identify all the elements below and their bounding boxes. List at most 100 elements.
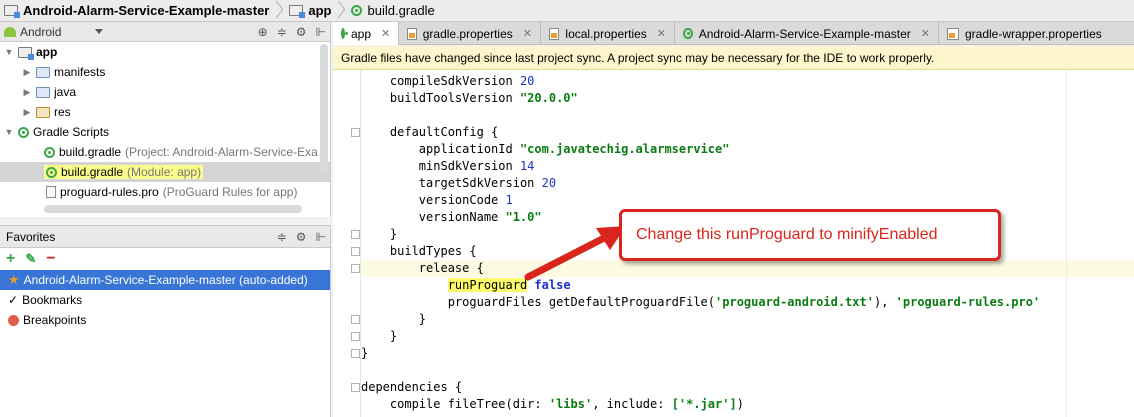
code-line: }	[361, 227, 398, 241]
project-panel: Android ⊕ ≑ ⚙ ⊩ ▼ app ▶ manifests ▶ java…	[0, 22, 331, 217]
project-view-selector[interactable]: Android	[4, 25, 104, 39]
gear-icon[interactable]: ⚙	[296, 230, 307, 244]
code-line: compileSdkVersion 20	[361, 74, 535, 88]
hide-panel-icon[interactable]: ⊩	[316, 230, 326, 244]
breadcrumb-separator	[335, 0, 343, 22]
breadcrumb-file[interactable]: build.gradle	[343, 0, 438, 22]
tab-local-properties[interactable]: local.properties ✕	[541, 22, 675, 45]
code-line: targetSdkVersion 20	[361, 176, 557, 190]
tree-item-app[interactable]: ▼ app	[0, 42, 330, 62]
tree-item-manifests[interactable]: ▶ manifests	[0, 62, 330, 82]
folder-icon	[36, 86, 50, 98]
resource-folder-icon	[36, 106, 50, 118]
fold-marker-icon[interactable]	[351, 128, 360, 137]
properties-file-icon	[407, 27, 417, 40]
code-line: }	[361, 329, 398, 343]
favorites-item-project[interactable]: ★ Android-Alarm-Service-Example-master (…	[0, 270, 330, 290]
properties-file-icon	[549, 27, 560, 40]
tree-item-proguard-rules[interactable]: proguard-rules.pro (ProGuard Rules for a…	[0, 182, 330, 202]
gear-icon[interactable]: ⚙	[296, 25, 307, 39]
code-line: buildTypes {	[361, 244, 477, 258]
collapsed-arrow-icon[interactable]: ▶	[22, 107, 32, 118]
edit-icon[interactable]: ✎	[25, 251, 36, 267]
breadcrumb-project[interactable]: Android-Alarm-Service-Example-master	[0, 0, 273, 22]
collapse-all-icon[interactable]: ≑	[277, 25, 287, 39]
favorites-tools: ≑ ⚙ ⊩	[277, 227, 326, 247]
star-icon: ★	[8, 272, 20, 287]
code-line: }	[361, 346, 369, 360]
annotation-callout: Change this runProguard to minifyEnabled	[619, 209, 1001, 261]
remove-icon[interactable]: −	[46, 250, 55, 268]
breadcrumb-module[interactable]: app	[281, 0, 335, 22]
close-icon[interactable]: ✕	[523, 27, 532, 40]
sync-notification: Gradle files have changed since last pro…	[333, 46, 1134, 70]
favorites-toolbar: + ✎ −	[0, 248, 330, 270]
right-margin-guide	[1066, 70, 1067, 417]
close-icon[interactable]: ✕	[657, 27, 666, 40]
vertical-scrollbar[interactable]	[320, 44, 328, 174]
editor-tabs: app ✕ gradle.properties ✕ local.properti…	[333, 22, 1134, 45]
expanded-arrow-icon[interactable]: ▼	[4, 127, 14, 137]
breakpoint-icon	[8, 314, 19, 326]
favorites-header: Favorites ≑ ⚙ ⊩	[0, 226, 330, 248]
code-line: versionName "1.0"	[361, 210, 542, 224]
gradle-icon	[351, 5, 363, 16]
run-proguard-token: runProguard	[447, 278, 528, 292]
project-panel-tools: ⊕ ≑ ⚙ ⊩	[258, 22, 326, 42]
editor-gutter	[333, 70, 361, 417]
module-folder-icon	[289, 5, 306, 18]
code-line: applicationId "com.javatechig.alarmservi…	[361, 142, 730, 156]
scroll-from-source-icon[interactable]: ⊕	[258, 25, 268, 39]
module-folder-icon	[18, 46, 34, 60]
tab-project-gradle[interactable]: Android-Alarm-Service-Example-master ✕	[675, 22, 939, 45]
collapsed-arrow-icon[interactable]: ▶	[22, 67, 32, 78]
fold-marker-icon[interactable]	[351, 247, 360, 256]
breadcrumb: Android-Alarm-Service-Example-master app…	[0, 0, 1134, 22]
code-line: }	[361, 312, 427, 326]
collapse-all-icon[interactable]: ≑	[277, 230, 287, 244]
close-icon[interactable]: ✕	[921, 27, 930, 40]
android-icon	[4, 26, 16, 37]
code-line: compile fileTree(dir: 'libs', include: […	[361, 397, 744, 411]
add-icon[interactable]: +	[6, 250, 15, 268]
folder-icon	[36, 66, 50, 78]
code-line: proguardFiles getDefaultProguardFile('pr…	[361, 295, 1041, 309]
project-panel-header: Android ⊕ ≑ ⚙ ⊩	[0, 22, 330, 42]
fold-marker-icon[interactable]	[351, 332, 360, 341]
favorites-title: Favorites	[6, 229, 56, 244]
fold-marker-icon[interactable]	[351, 264, 360, 273]
tab-app[interactable]: app ✕	[333, 22, 399, 45]
tree-item-build-gradle-project[interactable]: build.gradle (Project: Android-Alarm-Ser…	[0, 142, 330, 162]
tab-gradle-properties[interactable]: gradle.properties ✕	[399, 22, 541, 45]
favorites-panel: Favorites ≑ ⚙ ⊩ + ✎ − ★ Android-Alarm-Se…	[0, 225, 331, 417]
properties-file-icon	[947, 27, 959, 40]
fold-marker-icon[interactable]	[351, 383, 360, 392]
chevron-down-icon	[95, 29, 104, 34]
close-icon[interactable]: ✕	[381, 27, 390, 40]
tree-item-gradle-scripts[interactable]: ▼ Gradle Scripts	[0, 122, 330, 142]
fold-marker-icon[interactable]	[351, 315, 360, 324]
code-line: buildToolsVersion "20.0.0"	[361, 91, 578, 105]
expanded-arrow-icon[interactable]: ▼	[4, 47, 14, 57]
horizontal-scrollbar[interactable]	[44, 205, 302, 213]
collapsed-arrow-icon[interactable]: ▶	[22, 87, 32, 98]
code-line: runProguard false	[447, 278, 571, 292]
callout-text: Change this runProguard to minifyEnabled	[636, 226, 938, 243]
tab-gradle-wrapper-properties[interactable]: gradle-wrapper.properties	[939, 22, 1134, 45]
code-line: release {	[361, 261, 484, 275]
file-icon	[46, 186, 56, 198]
gradle-icon	[18, 126, 29, 138]
code-line: minSdkVersion 14	[361, 159, 535, 173]
tree-item-build-gradle-module[interactable]: build.gradle (Module: app)	[0, 162, 330, 182]
fold-marker-icon[interactable]	[351, 230, 360, 239]
tree-item-java[interactable]: ▶ java	[0, 82, 330, 102]
fold-marker-icon[interactable]	[351, 349, 360, 358]
gradle-icon	[44, 146, 55, 158]
favorites-item-bookmarks[interactable]: ✓ Bookmarks	[0, 290, 330, 310]
highlight-marker: build.gradle (Module: app)	[44, 165, 204, 179]
hide-panel-icon[interactable]: ⊩	[316, 25, 326, 39]
tree-item-res[interactable]: ▶ res	[0, 102, 330, 122]
check-icon: ✓	[8, 293, 19, 307]
project-tree: ▼ app ▶ manifests ▶ java ▶ res ▼ Gradle …	[0, 42, 330, 202]
favorites-item-breakpoints[interactable]: Breakpoints	[0, 310, 330, 330]
